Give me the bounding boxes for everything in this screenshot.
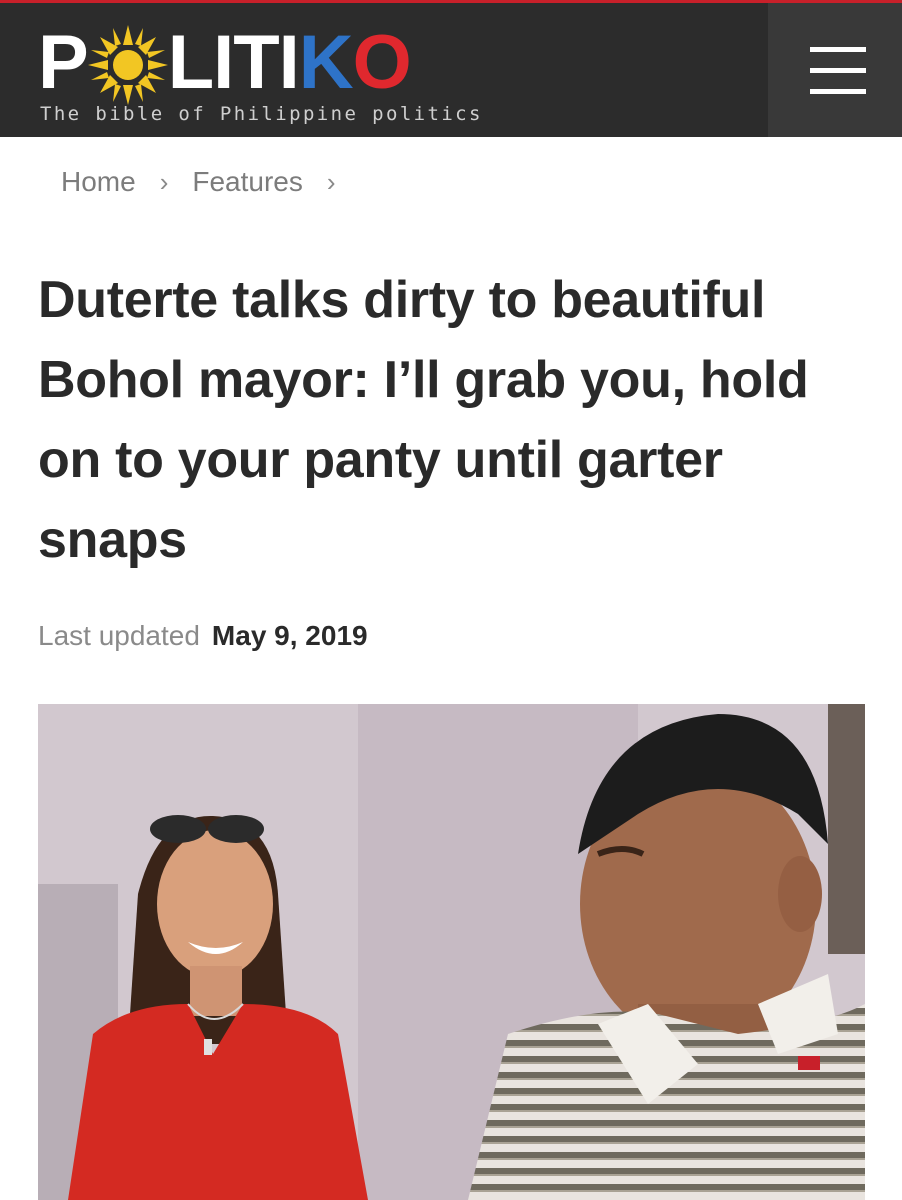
site-header: P LITIKO The bible of Philippine politic… bbox=[0, 3, 902, 137]
logo-letter-p: P bbox=[38, 20, 89, 105]
breadcrumb-chevron-icon: › bbox=[159, 166, 169, 197]
logo-letter-k: K bbox=[298, 20, 354, 105]
politiko-logo[interactable]: P LITIKO The bible of Philippine politic… bbox=[38, 17, 480, 127]
breadcrumb-features-link[interactable]: Features bbox=[192, 166, 303, 198]
article-featured-photo bbox=[38, 704, 865, 1200]
breadcrumb-chevron-icon: › bbox=[326, 166, 336, 197]
menu-button[interactable] bbox=[768, 3, 902, 137]
philippine-sun-icon bbox=[87, 25, 168, 105]
last-updated-label: Last updated bbox=[38, 620, 200, 651]
article-date: May 9, 2019 bbox=[211, 620, 368, 651]
logo-letter-o: O bbox=[352, 20, 412, 105]
article-meta: Last updated May 9, 2019 bbox=[38, 620, 368, 652]
site-tagline: The bible of Philippine politics bbox=[40, 103, 483, 125]
breadcrumb: Home › Features › bbox=[61, 160, 360, 204]
logo-wordmark: P LITIKO bbox=[38, 20, 412, 105]
article-title: Duterte talks dirty to beautiful Bohol m… bbox=[38, 271, 809, 569]
photo-illustration bbox=[38, 704, 865, 1200]
breadcrumb-home-link[interactable]: Home bbox=[61, 166, 136, 198]
logo-letters-liti: LITI bbox=[167, 20, 300, 105]
